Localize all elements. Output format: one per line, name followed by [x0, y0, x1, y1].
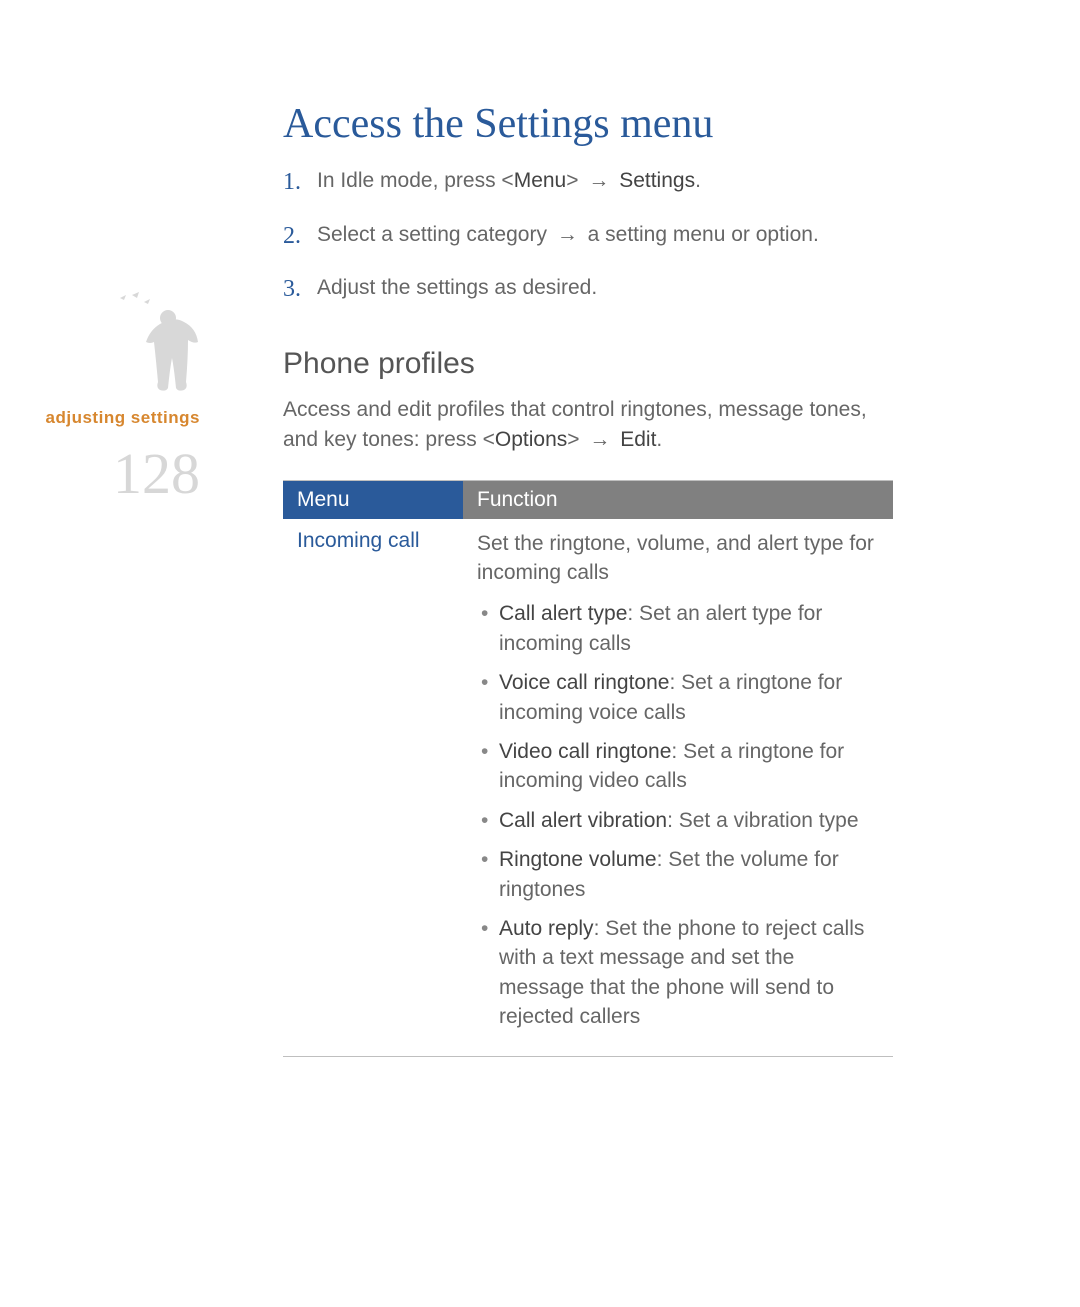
section-intro: Access and edit profiles that control ri… [283, 395, 893, 456]
step-1: 1. In Idle mode, press <Menu> → Settings… [283, 166, 893, 200]
col-header-function: Function [463, 481, 893, 519]
step-text: In Idle mode, press <Menu> → Settings. [317, 166, 701, 200]
list-item: Ringtone volume: Set the volume for ring… [477, 845, 885, 904]
table-header-row: Menu Function [283, 481, 893, 519]
list-item: Call alert vibration: Set a vibration ty… [477, 806, 885, 835]
function-cell: Set the ringtone, volume, and alert type… [463, 529, 893, 1042]
settings-label: Settings [619, 169, 695, 192]
arrow-icon: → [557, 220, 578, 249]
step-number: 2. [283, 220, 317, 254]
menu-cell: Incoming call [283, 529, 463, 1042]
page-number: 128 [0, 445, 200, 503]
function-bullets: Call alert type: Set an alert type for i… [477, 599, 885, 1031]
page: adjusting settings 128 Access the Settin… [0, 0, 1080, 1307]
section-heading: Phone profiles [283, 347, 893, 381]
function-summary: Set the ringtone, volume, and alert type… [477, 529, 885, 588]
settings-table: Menu Function Incoming call Set the ring… [283, 480, 893, 1057]
options-key-label: Options [495, 428, 567, 451]
arrow-icon: → [589, 425, 610, 455]
silhouette-icon [110, 290, 200, 400]
table-row: Incoming call Set the ringtone, volume, … [283, 519, 893, 1057]
menu-key-label: Menu [514, 169, 567, 192]
main-content: Access the Settings menu 1. In Idle mode… [283, 100, 893, 1057]
step-number: 1. [283, 166, 317, 200]
step-3: 3. Adjust the settings as desired. [283, 273, 893, 307]
step-text: Adjust the settings as desired. [317, 273, 597, 307]
edit-label: Edit [620, 428, 656, 451]
step-number: 3. [283, 273, 317, 307]
step-2: 2. Select a setting category → a setting… [283, 220, 893, 254]
list-item: Video call ringtone: Set a ringtone for … [477, 737, 885, 796]
arrow-icon: → [588, 166, 609, 195]
sidebar-section-label: adjusting settings [0, 408, 200, 428]
steps-list: 1. In Idle mode, press <Menu> → Settings… [283, 166, 893, 307]
page-title: Access the Settings menu [283, 100, 893, 148]
list-item: Voice call ringtone: Set a ringtone for … [477, 668, 885, 727]
list-item: Auto reply: Set the phone to reject call… [477, 914, 885, 1032]
step-text: Select a setting category → a setting me… [317, 220, 819, 254]
col-header-menu: Menu [283, 481, 463, 519]
list-item: Call alert type: Set an alert type for i… [477, 599, 885, 658]
